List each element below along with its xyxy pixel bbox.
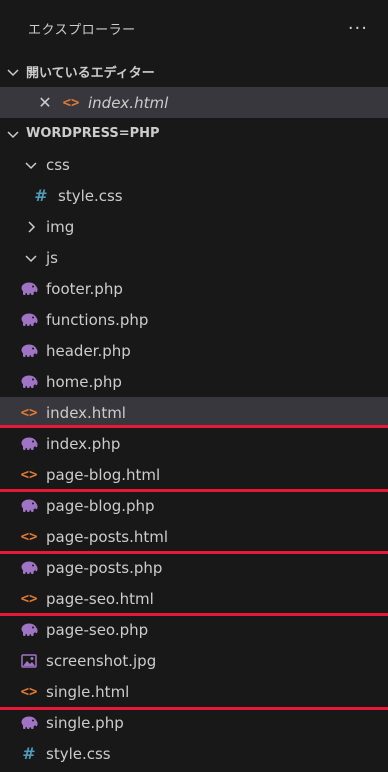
open-editor-item[interactable]: ✕ <> index.html (0, 87, 388, 118)
php-icon (20, 280, 38, 298)
file-row[interactable]: header.php (0, 335, 388, 366)
html-icon: <> (62, 94, 80, 111)
highlight-line (0, 425, 388, 428)
file-row[interactable]: page-seo.php (0, 614, 388, 645)
folder-label: js (46, 248, 58, 267)
php-icon (20, 621, 38, 639)
image-icon (20, 652, 38, 670)
php-icon (20, 373, 38, 391)
chevron-down-icon (6, 65, 20, 79)
php-icon (20, 714, 38, 732)
file-row[interactable]: page-blog.php (0, 490, 388, 521)
workspace-title: WORDPRESS=PHP (26, 126, 160, 141)
close-icon[interactable]: ✕ (36, 93, 54, 112)
chevron-right-icon (24, 220, 38, 234)
folder-js[interactable]: js (0, 242, 388, 273)
folder-label: css (46, 155, 70, 174)
html-icon: <> (20, 404, 38, 421)
highlight-line (0, 489, 388, 492)
file-row[interactable]: page-posts.php (0, 552, 388, 583)
folder-css[interactable]: css (0, 149, 388, 180)
folder-label: img (46, 217, 75, 236)
html-icon: <> (20, 528, 38, 545)
php-icon (20, 311, 38, 329)
php-icon (20, 435, 38, 453)
css-icon: # (22, 744, 36, 763)
more-actions-icon[interactable]: ··· (348, 18, 368, 39)
php-icon (20, 342, 38, 360)
explorer-panel: エクスプローラー ··· 開いているエディター ✕ <> index.html … (0, 0, 388, 772)
file-row[interactable]: <> page-seo.html (0, 583, 388, 614)
explorer-header: エクスプローラー ··· (0, 0, 388, 56)
file-label: page-blog.html (46, 465, 161, 484)
file-label: style.css (58, 186, 123, 205)
file-row[interactable]: <> page-blog.html (0, 459, 388, 490)
file-label: header.php (46, 341, 131, 360)
file-label: home.php (46, 372, 122, 391)
chevron-down-icon (6, 127, 20, 141)
css-icon: # (34, 186, 48, 205)
file-label: index.php (46, 434, 121, 453)
file-label: page-seo.php (46, 620, 149, 639)
php-icon (20, 497, 38, 515)
file-label: single.html (46, 682, 130, 701)
file-row[interactable]: # style.css (0, 180, 388, 211)
file-label: functions.php (46, 310, 149, 329)
html-icon: <> (20, 466, 38, 483)
open-editors-title: 開いているエディター (26, 66, 155, 81)
file-row[interactable]: footer.php (0, 273, 388, 304)
highlight-line (0, 551, 388, 554)
file-label: page-posts.html (46, 527, 169, 546)
html-icon: <> (20, 683, 38, 700)
file-row[interactable]: <> index.html (0, 397, 388, 428)
file-row[interactable]: <> single.html (0, 676, 388, 707)
file-row[interactable]: <> page-posts.html (0, 521, 388, 552)
file-row[interactable]: index.php (0, 428, 388, 459)
highlight-line (0, 613, 388, 616)
file-row[interactable]: screenshot.jpg (0, 645, 388, 676)
file-label: screenshot.jpg (46, 651, 157, 670)
chevron-down-icon (24, 158, 38, 172)
file-row[interactable]: # style.css (0, 738, 388, 769)
highlight-line (0, 707, 388, 710)
file-label: style.css (46, 744, 111, 763)
workspace-section-header[interactable]: WORDPRESS=PHP (0, 118, 388, 149)
file-label: page-seo.html (46, 589, 154, 608)
file-label: footer.php (46, 279, 123, 298)
folder-img[interactable]: img (0, 211, 388, 242)
explorer-title: エクスプローラー (28, 22, 136, 38)
file-row[interactable]: functions.php (0, 304, 388, 335)
file-label: index.html (46, 403, 126, 422)
html-icon: <> (20, 590, 38, 607)
file-row[interactable]: home.php (0, 366, 388, 397)
file-label: page-blog.php (46, 496, 155, 515)
file-row[interactable]: single.php (0, 707, 388, 738)
php-icon (20, 559, 38, 577)
chevron-down-icon (24, 251, 38, 265)
open-editors-section-header[interactable]: 開いているエディター (0, 56, 388, 87)
file-label: single.php (46, 713, 124, 732)
open-editor-label: index.html (88, 93, 169, 112)
file-label: page-posts.php (46, 558, 163, 577)
